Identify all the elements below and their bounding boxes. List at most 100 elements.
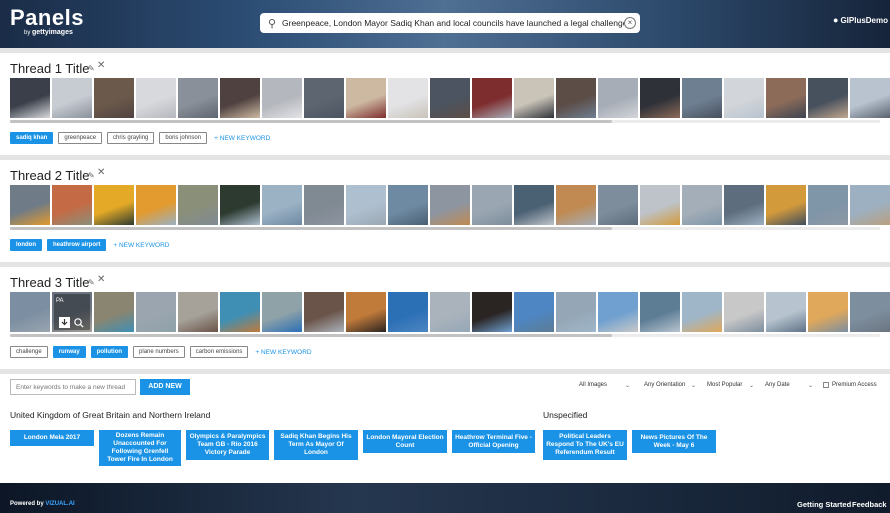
filter-date[interactable]: Any Date <box>765 382 790 388</box>
image-thumbnail[interactable] <box>472 78 512 118</box>
image-thumbnail[interactable] <box>94 78 134 118</box>
filter-orientation[interactable]: Any Orientation <box>644 382 685 388</box>
image-thumbnail[interactable] <box>220 78 260 118</box>
keyword-chip[interactable]: carbon emissions <box>189 346 249 358</box>
keyword-chip[interactable]: plane numbers <box>133 346 185 358</box>
image-thumbnail[interactable] <box>766 292 806 332</box>
image-thumbnail[interactable] <box>724 292 764 332</box>
keyword-chip[interactable]: pollution <box>90 346 129 358</box>
keyword-chip[interactable]: london <box>10 239 42 251</box>
download-icon[interactable] <box>59 317 70 328</box>
image-thumbnail[interactable] <box>808 78 848 118</box>
image-thumbnail[interactable] <box>514 185 554 225</box>
edit-icon[interactable]: ✎ <box>88 171 95 180</box>
image-thumbnail[interactable] <box>94 185 134 225</box>
image-thumbnail[interactable] <box>808 185 848 225</box>
image-thumbnail[interactable] <box>220 292 260 332</box>
image-thumbnail[interactable] <box>178 292 218 332</box>
image-thumbnail[interactable] <box>136 292 176 332</box>
image-thumbnail[interactable] <box>640 78 680 118</box>
image-thumbnail[interactable] <box>304 292 344 332</box>
image-thumbnail[interactable] <box>514 292 554 332</box>
clear-icon[interactable]: × <box>624 17 636 29</box>
image-thumbnail[interactable] <box>766 78 806 118</box>
keyword-chip[interactable]: boris johnson <box>159 132 208 144</box>
new-keyword-button[interactable]: + NEW KEYWORD <box>113 242 169 249</box>
close-icon[interactable]: ✕ <box>97 167 105 178</box>
suggestion-event[interactable]: Political Leaders Respond To The UK's EU… <box>543 430 627 460</box>
image-thumbnail[interactable] <box>304 185 344 225</box>
image-thumbnail[interactable] <box>178 185 218 225</box>
image-thumbnail[interactable] <box>52 78 92 118</box>
keyword-chip[interactable]: greenpeace <box>58 132 103 144</box>
filter-image-type[interactable]: All Images <box>579 382 607 388</box>
edit-icon[interactable]: ✎ <box>88 278 95 287</box>
thread-title[interactable]: Thread 3 Title <box>10 275 90 290</box>
image-thumbnail[interactable] <box>682 185 722 225</box>
image-thumbnail[interactable] <box>640 292 680 332</box>
suggestion-event[interactable]: Sadiq Khan Begins His Term As Mayor Of L… <box>274 430 358 460</box>
filter-sort[interactable]: Most Popular <box>707 382 742 388</box>
image-thumbnail[interactable] <box>388 78 428 118</box>
keyword-chip[interactable]: heathrow airport <box>47 239 107 251</box>
scrollbar-thumb[interactable] <box>10 120 612 123</box>
image-thumbnail[interactable] <box>388 292 428 332</box>
powered-by-brand[interactable]: VIZUAL.AI <box>45 501 74 507</box>
image-thumbnail[interactable] <box>262 185 302 225</box>
image-thumbnail[interactable] <box>388 185 428 225</box>
image-thumbnail[interactable] <box>598 78 638 118</box>
new-keyword-button[interactable]: + NEW KEYWORD <box>214 135 270 142</box>
image-thumbnail[interactable] <box>262 292 302 332</box>
scrollbar-thumb[interactable] <box>10 334 612 337</box>
image-thumbnail[interactable] <box>346 292 386 332</box>
image-thumbnail[interactable] <box>178 78 218 118</box>
keyword-chip[interactable]: chris grayling <box>107 132 155 144</box>
image-thumbnail[interactable] <box>850 185 890 225</box>
new-keyword-button[interactable]: + NEW KEYWORD <box>255 349 311 356</box>
edit-icon[interactable]: ✎ <box>88 64 95 73</box>
image-thumbnail[interactable] <box>808 292 848 332</box>
user-menu[interactable]: ● GIPlusDemo <box>833 15 888 25</box>
image-thumbnail[interactable] <box>724 185 764 225</box>
suggestion-event[interactable]: News Pictures Of The Week - May 6 <box>632 430 716 453</box>
image-thumbnail[interactable] <box>556 292 596 332</box>
image-thumbnail[interactable] <box>10 78 50 118</box>
premium-access-checkbox[interactable] <box>823 382 829 388</box>
suggestion-event[interactable]: Heathrow Terminal Five - Official Openin… <box>452 430 535 453</box>
image-thumbnail[interactable] <box>682 292 722 332</box>
image-thumbnail[interactable] <box>430 292 470 332</box>
image-thumbnail[interactable] <box>430 185 470 225</box>
panels-logo[interactable]: Panels by gettyimages <box>10 6 84 37</box>
image-thumbnail[interactable] <box>514 78 554 118</box>
image-thumbnail[interactable] <box>430 78 470 118</box>
suggestion-event[interactable]: London Mela 2017 <box>10 430 94 446</box>
image-thumbnail[interactable] <box>598 185 638 225</box>
image-thumbnail[interactable] <box>346 185 386 225</box>
feedback-link[interactable]: Feedback <box>852 500 887 509</box>
image-thumbnail[interactable] <box>682 78 722 118</box>
image-thumbnail[interactable] <box>556 185 596 225</box>
image-thumbnail[interactable] <box>724 78 764 118</box>
image-thumbnail[interactable] <box>472 292 512 332</box>
thread-title[interactable]: Thread 1 Title <box>10 61 90 76</box>
image-thumbnail[interactable] <box>850 78 890 118</box>
image-thumbnail[interactable] <box>10 185 50 225</box>
image-thumbnail[interactable] <box>94 292 134 332</box>
getting-started-link[interactable]: Getting Started <box>797 500 851 509</box>
image-thumbnail[interactable] <box>304 78 344 118</box>
keyword-chip[interactable]: sadiq khan <box>10 132 54 144</box>
suggestion-event[interactable]: Dozens Remain Unaccounted For Following … <box>99 430 181 466</box>
keyword-chip[interactable]: challenge <box>10 346 48 358</box>
image-thumbnail[interactable] <box>136 78 176 118</box>
image-thumbnail[interactable] <box>640 185 680 225</box>
image-thumbnail[interactable] <box>136 185 176 225</box>
search-input[interactable] <box>280 18 624 28</box>
thread-title[interactable]: Thread 2 Title <box>10 168 90 183</box>
keyword-chip[interactable]: runway <box>52 346 86 358</box>
close-icon[interactable]: ✕ <box>97 60 105 71</box>
image-thumbnail[interactable] <box>10 292 50 332</box>
image-thumbnail[interactable] <box>220 185 260 225</box>
image-thumbnail[interactable] <box>346 78 386 118</box>
image-thumbnail[interactable] <box>850 292 890 332</box>
image-thumbnail[interactable] <box>52 185 92 225</box>
